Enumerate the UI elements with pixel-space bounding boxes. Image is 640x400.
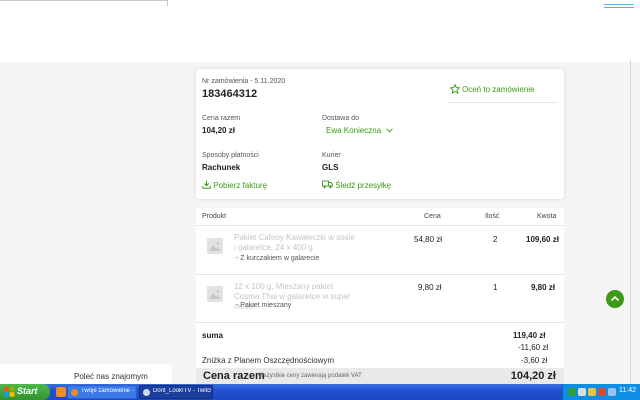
- column-header-product: Produkt: [202, 213, 227, 220]
- taskbar-item-twitch[interactable]: Dont_Look!TV - Twitch...: [139, 385, 213, 399]
- chevron-down-icon: [386, 128, 394, 133]
- vat-note: Wszystkie ceny zawierają podatek VAT: [258, 373, 362, 379]
- header-divider: [196, 225, 564, 226]
- taskbar-item-firefox[interactable]: Twoje zamówienie - ...: [67, 385, 137, 399]
- product-qty: 1: [493, 283, 498, 292]
- total-label: Cena razem: [203, 370, 265, 382]
- header-divider: [0, 0, 168, 1]
- price-value: 104,20 zł: [202, 126, 235, 135]
- window-icon: [143, 389, 150, 396]
- volume-icon[interactable]: [588, 388, 596, 396]
- security-icon[interactable]: [598, 388, 606, 396]
- column-header-amount: Kwota: [537, 213, 557, 220]
- order-items-table: Produkt Cena Ilość Kwota Pakiet Cafeoy K…: [196, 208, 564, 384]
- web-page: Nr zamówienia - 5.11.2020 183464312 Oceń…: [0, 0, 640, 384]
- rate-order-button[interactable]: Oceń to zamówienie: [448, 81, 558, 103]
- taskbar: Start Twoje zamówienie - ... Dont_Look!T…: [0, 384, 640, 400]
- top-band: [0, 0, 640, 62]
- image-placeholder-icon: [209, 290, 221, 299]
- download-invoice-label: Pobierz fakturę: [213, 181, 268, 190]
- image-placeholder-icon: [209, 242, 221, 251]
- start-label: Start: [17, 386, 38, 396]
- product-price: 9,80 zł: [418, 283, 442, 292]
- product-amount: 109,60 zł: [526, 235, 559, 244]
- order-number-label: Nr zamówienia - 5.11.2020: [202, 78, 286, 85]
- product-name[interactable]: Pakiet Cafeoy Kawałeczki w sosie i galar…: [234, 233, 358, 253]
- system-tray: 11:42: [562, 384, 640, 400]
- scroll-to-top-button[interactable]: [606, 290, 624, 308]
- sum-value: 119,40 zł: [513, 331, 546, 340]
- discount-value: -11,60 zł: [518, 343, 549, 352]
- start-button[interactable]: Start: [0, 384, 50, 400]
- price-label: Cena razem: [202, 115, 241, 122]
- arrow-up-icon: [610, 295, 620, 302]
- delivery-person: Ewa Konieczna: [326, 126, 382, 135]
- taskbar-item-label: Twoje zamówienie - ...: [81, 388, 135, 394]
- rate-order-label: Oceń to zamówienie: [462, 85, 535, 94]
- sidebar-panel: Poleć nas znajomym: [0, 364, 172, 384]
- truck-icon: [322, 180, 333, 189]
- column-header-price: Cena: [424, 213, 441, 220]
- courier-value: GLS: [322, 163, 339, 172]
- delivery-person-dropdown[interactable]: Ewa Konieczna: [326, 126, 394, 135]
- firefox-quicklaunch-icon[interactable]: [56, 387, 66, 397]
- track-shipment-link[interactable]: Śledź przesyłkę: [322, 180, 391, 190]
- courier-label: Kurier: [322, 152, 341, 159]
- product-amount: 9,80 zł: [531, 283, 556, 292]
- track-shipment-label: Śledź przesyłkę: [335, 181, 392, 190]
- order-number: 183464312: [202, 88, 258, 100]
- product-thumbnail[interactable]: [207, 286, 223, 302]
- tray-display-icon[interactable]: [608, 388, 616, 396]
- header-divider-tick: [167, 0, 168, 6]
- taskbar-item-label: Dont_Look!TV - Twitch...: [153, 388, 211, 394]
- row-divider: [196, 274, 564, 275]
- product-variant: - Pakiet mieszany: [236, 302, 292, 309]
- order-details-card: Nr zamówienia - 5.11.2020 183464312 Oceń…: [196, 69, 564, 199]
- payment-value: Rachunek: [202, 163, 241, 172]
- savings-plan-value: -3,60 zł: [521, 356, 548, 365]
- savings-plan-label: Zniżka z Planem Oszczędnościowym: [202, 356, 335, 365]
- sum-label: suma: [202, 331, 223, 340]
- refer-friends-link[interactable]: Poleć nas znajomym: [74, 372, 148, 381]
- column-header-qty: Ilość: [485, 213, 500, 220]
- network-icon[interactable]: [578, 388, 586, 396]
- product-price: 54,80 zł: [414, 235, 443, 244]
- windows-logo-icon: [4, 387, 15, 397]
- scrollbar-track[interactable]: [630, 60, 631, 384]
- download-invoice-link[interactable]: Pobierz fakturę: [202, 180, 267, 190]
- product-qty: 2: [493, 235, 498, 244]
- star-icon: [450, 84, 460, 94]
- total-bar: Cena razem Wszystkie ceny zawierają poda…: [196, 368, 564, 384]
- firefox-icon: [71, 389, 78, 396]
- product-variant: - Z kurczakiem w galarecie: [236, 255, 320, 262]
- top-corner-mark: [604, 4, 634, 8]
- download-icon: [202, 180, 211, 189]
- delivery-label: Dostawa do: [322, 115, 359, 122]
- row-divider: [196, 322, 564, 323]
- clock[interactable]: 11:42: [619, 387, 636, 394]
- total-value: 104,20 zł: [510, 370, 556, 382]
- payment-label: Sposoby płatności: [202, 152, 259, 159]
- product-thumbnail[interactable]: [207, 238, 223, 254]
- tray-app-icon[interactable]: [568, 388, 576, 396]
